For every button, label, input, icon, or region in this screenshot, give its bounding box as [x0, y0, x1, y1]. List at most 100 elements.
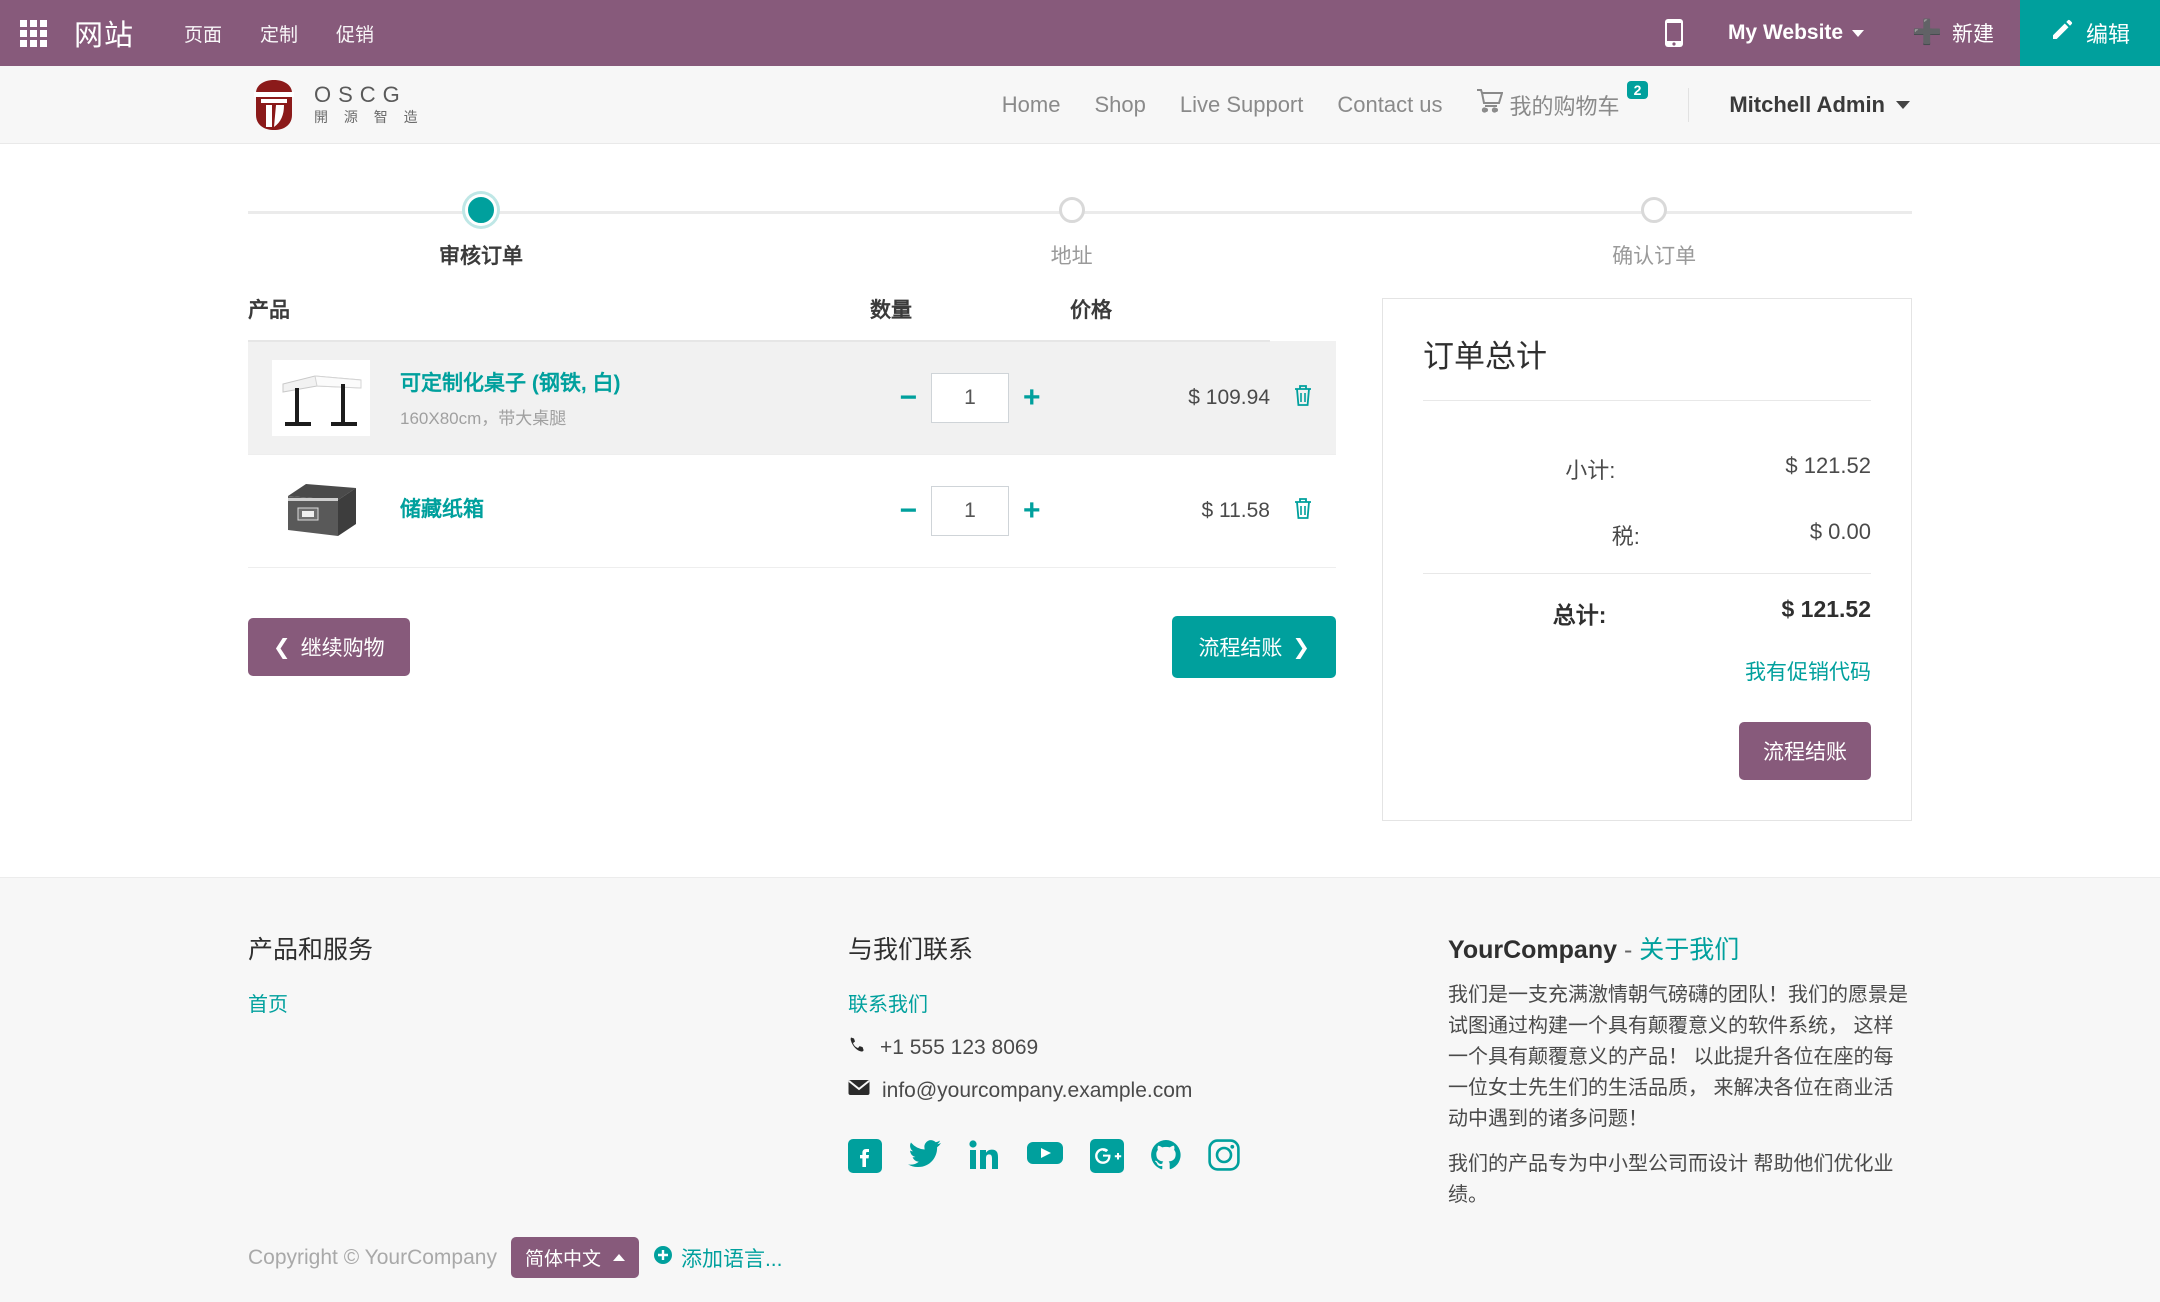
nav-item-contact-us[interactable]: Contact us: [1337, 92, 1442, 118]
table-row: 可定制化桌子 (钢铁, 白) 160X80cm，带大桌腿 − +: [248, 341, 1336, 455]
continue-shopping-button[interactable]: ❮ 继续购物: [248, 618, 410, 676]
tax-label: 税:: [1611, 524, 1640, 549]
tax-value: $ 0.00: [1809, 519, 1871, 544]
brand-logo-link[interactable]: OSCG 開 源 智 造: [248, 77, 424, 133]
language-selector[interactable]: 简体中文: [510, 1237, 639, 1278]
wizard-step-confirm[interactable]: 确认订单: [1612, 192, 1696, 270]
decrease-quantity-button[interactable]: −: [899, 496, 917, 526]
admin-menu-item-pages[interactable]: 页面: [184, 20, 222, 47]
site-selector-label: My Website: [1727, 21, 1844, 44]
edit-button[interactable]: 编辑: [2019, 0, 2160, 66]
chevron-up-icon: [612, 1254, 625, 1261]
site-header: OSCG 開 源 智 造 Home Shop Live Support Cont…: [0, 66, 2160, 144]
cart-item-price: $ 109.94: [1070, 341, 1270, 455]
googleplus-icon[interactable]: [1090, 1139, 1124, 1178]
chevron-left-icon: ❮: [273, 635, 291, 659]
user-menu[interactable]: Mitchell Admin: [1729, 92, 1910, 118]
promo-code-link[interactable]: 我有促销代码: [1745, 661, 1871, 684]
cart-label: 我的购物车: [1509, 93, 1620, 119]
wizard-dot: [1641, 197, 1668, 223]
process-checkout-label: 流程结账: [1198, 637, 1283, 660]
increase-quantity-button[interactable]: +: [1023, 496, 1041, 526]
quantity-input[interactable]: [931, 373, 1009, 423]
footer-phone-value: +1 555 123 8069: [880, 1036, 1039, 1059]
subtotal-value: $ 121.52: [1785, 453, 1871, 478]
nav-item-my-cart[interactable]: 我的购物车 2: [1476, 80, 1649, 121]
twitter-icon[interactable]: [908, 1139, 942, 1178]
footer-link-contact-us[interactable]: 联系我们: [848, 988, 928, 1017]
cart-item-price: $ 11.58: [1201, 499, 1270, 522]
footer-about-link[interactable]: 关于我们: [1639, 936, 1739, 964]
cart-item-product-cell: 储藏纸箱: [248, 455, 870, 568]
footer-bottom-bar: Copyright © YourCompany 简体中文 添加语言...: [0, 1211, 2160, 1302]
language-selector-label: 简体中文: [524, 1249, 601, 1270]
admin-app-title: 网站: [74, 20, 135, 52]
plus-icon: ➕: [1912, 19, 1942, 46]
apps-grid-icon[interactable]: [0, 0, 66, 66]
promo-code-area: 我有促销代码: [1423, 656, 1871, 686]
facebook-icon[interactable]: [848, 1139, 882, 1178]
cart-item-name[interactable]: 储藏纸箱: [400, 498, 484, 521]
footer-heading-contact: 与我们联系: [848, 936, 974, 964]
product-thumbnail-desk[interactable]: [272, 360, 370, 436]
cart-actions: ❮ 继续购物 流程结账 ❯: [248, 616, 1336, 678]
youtube-icon[interactable]: [1026, 1139, 1064, 1178]
quantity-input[interactable]: [931, 486, 1009, 536]
admin-menu: 页面 定制 促销: [184, 20, 374, 47]
wizard-step-label: 审核订单: [438, 245, 523, 268]
remove-item-button[interactable]: [1270, 455, 1336, 568]
checkout-wizard: 审核订单 地址 确认订单: [248, 192, 1912, 284]
add-language-label: 添加语言...: [680, 1247, 783, 1271]
process-checkout-button[interactable]: 流程结账 ❯: [1172, 616, 1336, 678]
site-footer: 产品和服务 首页 与我们联系 联系我们 +1 555 123 8069 info…: [0, 877, 2160, 1211]
wizard-dot-active: [467, 197, 494, 223]
cart-table-header-row: 产品 数量 价格: [248, 284, 1336, 342]
increase-quantity-button[interactable]: +: [1023, 383, 1041, 413]
footer-about-paragraph-2: 我们的产品专为中小型公司而设计 帮助他们优化业绩。: [1448, 1153, 1894, 1206]
pencil-icon: [2050, 18, 2074, 48]
cart-count-badge: 2: [1626, 80, 1649, 99]
order-summary-section: 订单总计 小计: $ 121.52 税: $ 0.00 总计: $ 121.52: [1382, 298, 1912, 821]
product-thumbnail-box[interactable]: [272, 473, 370, 549]
copyright-text: Copyright © YourCompany: [248, 1245, 497, 1269]
nav-item-live-support[interactable]: Live Support: [1180, 92, 1304, 118]
col-header-quantity: 数量: [870, 284, 1070, 342]
new-button[interactable]: ➕ 新建: [1886, 18, 2020, 48]
shopping-cart-icon: [1476, 88, 1503, 119]
nav-item-shop[interactable]: Shop: [1094, 92, 1145, 118]
summary-row-subtotal: 小计: $ 121.52: [1423, 441, 1871, 507]
wizard-step-address[interactable]: 地址: [1051, 192, 1093, 270]
total-label: 总计:: [1552, 602, 1607, 628]
chevron-down-icon: [1896, 100, 1910, 109]
decrease-quantity-button[interactable]: −: [899, 383, 917, 413]
admin-menu-item-customize[interactable]: 定制: [260, 20, 298, 47]
summary-checkout-button[interactable]: 流程结账: [1739, 722, 1871, 780]
continue-shopping-label: 继续购物: [300, 637, 385, 660]
cart-item-name[interactable]: 可定制化桌子 (钢铁, 白): [400, 372, 621, 395]
brand-text: OSCG 開 源 智 造: [314, 82, 424, 127]
cart-item-quantity-cell: − +: [870, 341, 1070, 455]
footer-column-products: 产品和服务 首页: [248, 930, 808, 1211]
quantity-stepper[interactable]: − +: [899, 373, 1041, 423]
wizard-step-review[interactable]: 审核订单: [439, 192, 523, 270]
instagram-icon[interactable]: [1208, 1139, 1240, 1178]
linkedin-icon[interactable]: [968, 1139, 1000, 1178]
add-language-link[interactable]: 添加语言...: [653, 1243, 783, 1273]
footer-link-home[interactable]: 首页: [248, 988, 288, 1017]
summary-row-tax: 税: $ 0.00: [1423, 507, 1871, 573]
mobile-preview-icon[interactable]: [1642, 18, 1706, 48]
order-summary-title: 订单总计: [1423, 331, 1871, 401]
nav-item-home[interactable]: Home: [1002, 92, 1061, 118]
chevron-down-icon: [1852, 29, 1865, 37]
footer-separator: -: [1623, 936, 1633, 964]
quantity-stepper[interactable]: − +: [899, 486, 1041, 536]
wizard-step-label: 确认订单: [1612, 245, 1697, 268]
site-selector[interactable]: My Website: [1706, 21, 1886, 45]
remove-item-button[interactable]: [1270, 341, 1336, 455]
admin-menu-item-promote[interactable]: 促销: [336, 20, 374, 47]
user-menu-label: Mitchell Admin: [1729, 91, 1885, 117]
main-content: 审核订单 地址 确认订单 产品 数量 价格 可定制化桌子 (钢铁, 白) 160…: [0, 192, 2160, 821]
github-icon[interactable]: [1150, 1139, 1182, 1178]
col-header-product: 产品: [248, 284, 870, 342]
cart-item-description: 160X80cm，带大桌腿: [400, 409, 567, 428]
